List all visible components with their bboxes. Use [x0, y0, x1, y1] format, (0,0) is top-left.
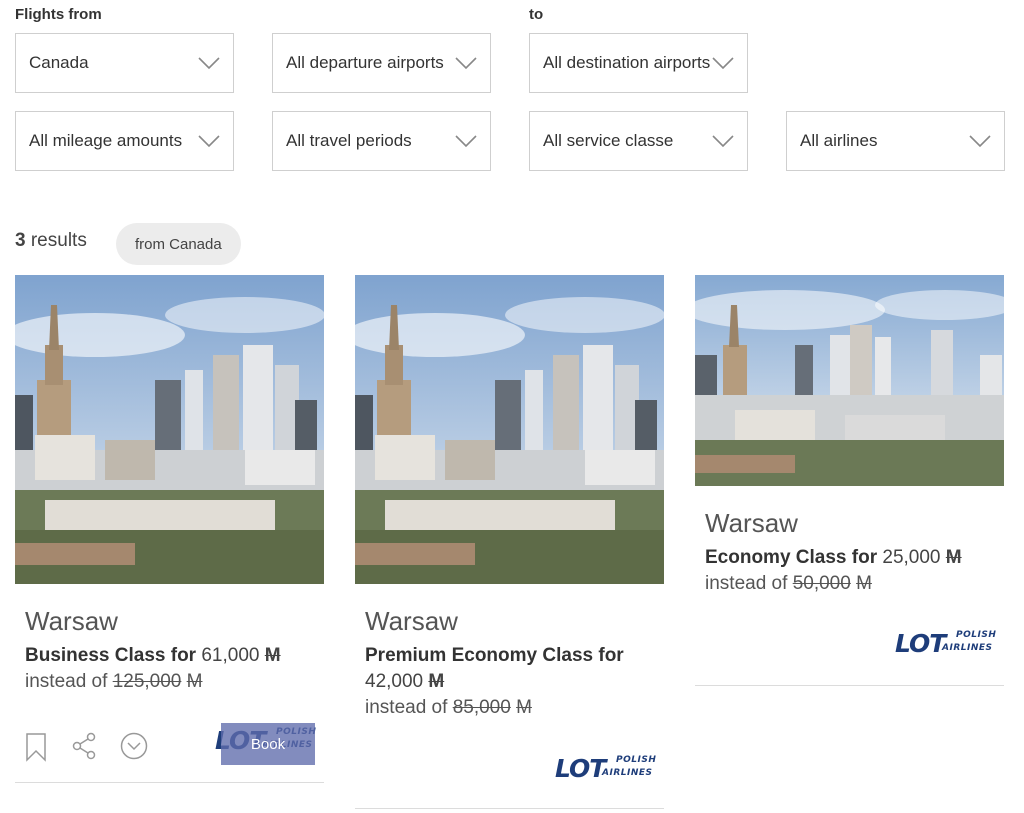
lot-logo-mark: LOT [895, 629, 946, 658]
lot-logo-line2: AIRLINES [942, 643, 993, 653]
share-icon[interactable] [71, 732, 97, 760]
card-old-miles: 50,000 [792, 573, 851, 594]
mile-symbol: M [428, 671, 445, 692]
destination-airports-select[interactable]: All destination airports [529, 33, 748, 93]
destination-image [355, 275, 664, 584]
mile-symbol: M [516, 697, 532, 718]
card-miles: 42,000 [365, 671, 424, 692]
results-number: 3 [15, 230, 26, 251]
chevron-down-icon [198, 57, 220, 70]
mile-symbol: M [186, 671, 203, 692]
flights-from-label: Flights from [15, 6, 102, 23]
card-city: Warsaw [365, 606, 458, 636]
offer-card[interactable]: Warsaw Business Class for 61,000 M inste… [15, 275, 324, 783]
chevron-down-icon [712, 135, 734, 148]
card-class-label: Economy Class for [705, 547, 878, 568]
service-class-select[interactable]: All service classe [529, 111, 748, 171]
results-label: results [30, 230, 87, 251]
card-city: Warsaw [25, 606, 118, 636]
lot-logo-line1: POLISH [956, 630, 997, 640]
mileage-select-value: All mileage amounts [29, 131, 183, 150]
card-instead-label: instead of [25, 671, 108, 692]
filter-chip-from-canada[interactable]: from Canada [116, 223, 241, 265]
card-instead-label: instead of [365, 697, 448, 718]
card-old-miles: 125,000 [112, 671, 182, 692]
results-count: 3 results [15, 230, 87, 252]
card-divider [695, 685, 1004, 686]
card-miles: 25,000 [882, 547, 941, 568]
mile-symbol: M [264, 645, 281, 666]
airlines-select[interactable]: All airlines [786, 111, 1005, 171]
departure-airports-select[interactable]: All departure airports [272, 33, 491, 93]
country-select-value: Canada [29, 53, 89, 72]
bookmark-icon[interactable] [25, 732, 47, 762]
book-button[interactable]: Book [221, 723, 315, 765]
airlines-select-value: All airlines [800, 131, 878, 150]
card-price: Business Class for 61,000 M [25, 643, 320, 669]
service-class-value: All service classe [543, 131, 674, 150]
card-price: Economy Class for 25,000 M [705, 545, 1000, 571]
mileage-select[interactable]: All mileage amounts [15, 111, 234, 171]
offer-card[interactable]: Warsaw Premium Economy Class for 42,000 … [355, 275, 664, 809]
card-city: Warsaw [705, 508, 798, 538]
country-select[interactable]: Canada [15, 33, 234, 93]
card-instead: instead of 50,000 M [705, 571, 872, 597]
card-instead: instead of 85,000 M [365, 695, 532, 721]
offer-card[interactable]: Warsaw Economy Class for 25,000 M instea… [695, 275, 1004, 686]
card-old-miles: 85,000 [452, 697, 511, 718]
destination-airports-value: All destination airports [543, 53, 711, 72]
travel-periods-value: All travel periods [286, 131, 412, 150]
card-class-label: Premium Economy Class for [365, 645, 624, 666]
card-price: Premium Economy Class for 42,000 M [365, 643, 660, 695]
mile-symbol: M [856, 573, 872, 594]
destination-image [695, 275, 1004, 486]
lot-airlines-logo: LOT POLISH AIRLINES [555, 750, 660, 786]
chevron-down-icon [455, 135, 477, 148]
card-actions [25, 730, 155, 764]
lot-logo-mark: LOT [555, 754, 606, 783]
card-instead-label: instead of [705, 573, 788, 594]
chevron-down-icon [455, 57, 477, 70]
lot-airlines-logo: LOT POLISH AIRLINES [895, 625, 1000, 661]
mile-symbol: M [945, 547, 962, 568]
card-divider [355, 808, 664, 809]
lot-logo-line2: AIRLINES [602, 768, 653, 778]
to-label: to [529, 6, 544, 23]
departure-airports-value: All departure airports [286, 53, 444, 72]
card-divider [15, 782, 324, 783]
travel-periods-select[interactable]: All travel periods [272, 111, 491, 171]
lot-logo-line1: POLISH [616, 755, 657, 765]
chevron-down-icon [198, 135, 220, 148]
card-instead: instead of 125,000 M [25, 669, 202, 695]
chevron-down-icon [969, 135, 991, 148]
destination-image [15, 275, 324, 584]
card-class-label: Business Class for [25, 645, 197, 666]
card-miles: 61,000 [201, 645, 260, 666]
chevron-down-icon [712, 57, 734, 70]
chevron-circle-icon[interactable] [120, 732, 148, 760]
